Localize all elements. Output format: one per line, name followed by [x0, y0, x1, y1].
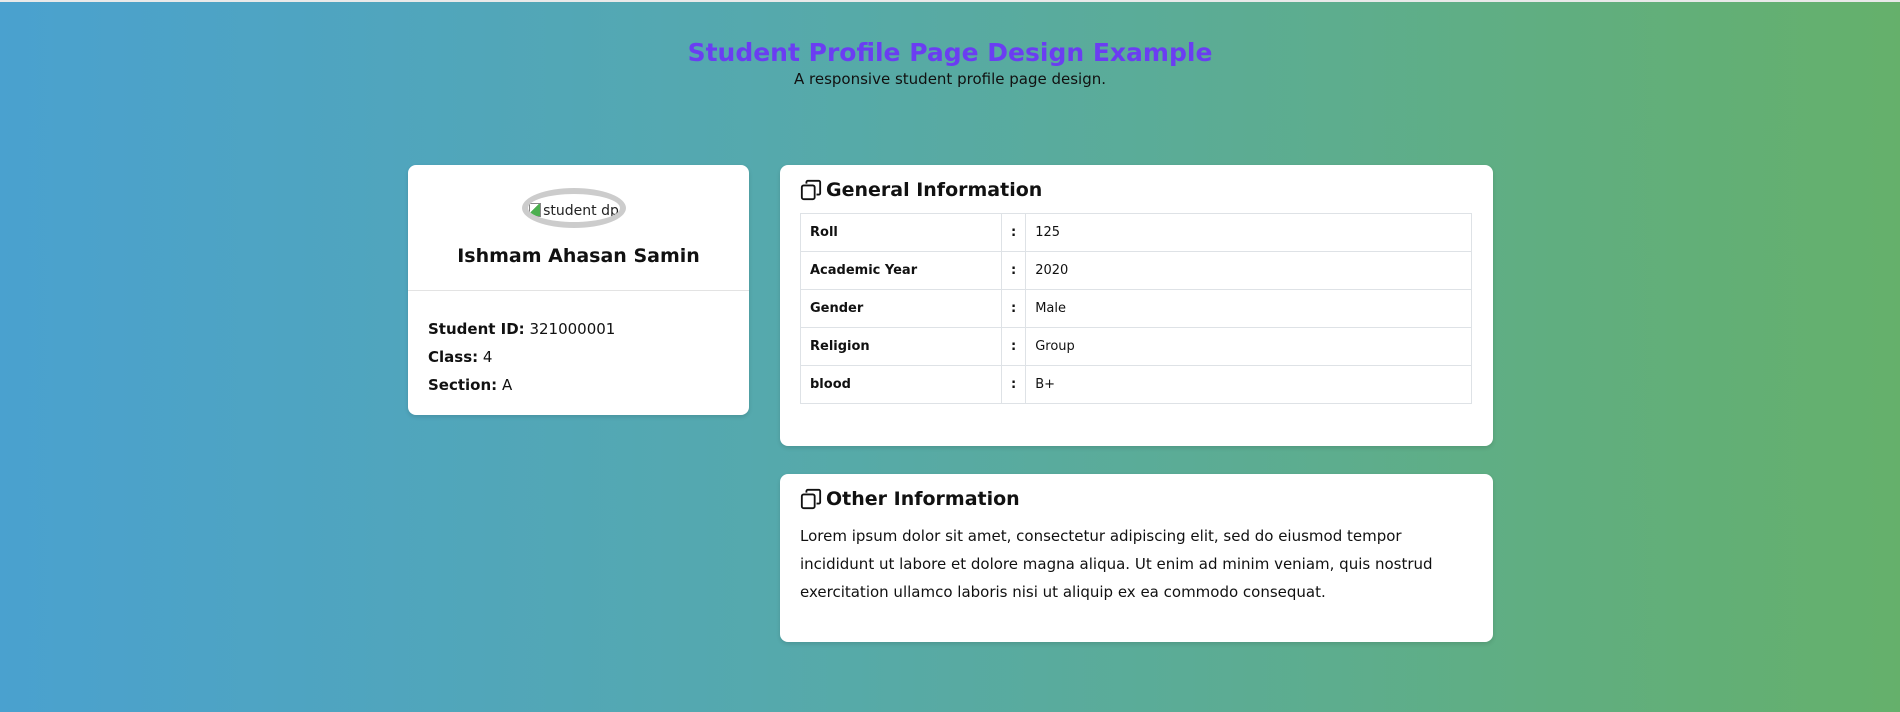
- row-key: blood: [800, 365, 1002, 404]
- row-key: Roll: [800, 213, 1002, 252]
- section-row: Section: A: [428, 371, 615, 399]
- general-information-table: Roll : 125 Academic Year : 2020 Gender :…: [800, 213, 1472, 404]
- page-header: Student Profile Page Design Example A re…: [0, 36, 1900, 88]
- row-key: Academic Year: [800, 251, 1002, 290]
- section-label: Section:: [428, 376, 498, 394]
- student-name: Ishmam Ahasan Samin: [457, 245, 700, 267]
- profile-card: student dp Ishmam Ahasan Samin Student I…: [408, 165, 749, 415]
- row-value: 125: [1025, 213, 1472, 252]
- table-row: Religion : Group: [800, 327, 1472, 366]
- row-separator: :: [1000, 251, 1027, 290]
- table-row: Gender : Male: [800, 289, 1472, 328]
- row-value: B+: [1025, 365, 1472, 404]
- other-information-heading: Other Information: [800, 488, 1020, 510]
- row-value: 2020: [1025, 251, 1472, 290]
- row-separator: :: [1000, 289, 1027, 328]
- class-label: Class:: [428, 348, 479, 366]
- general-information-title: General Information: [826, 179, 1043, 201]
- page-title: Student Profile Page Design Example: [687, 38, 1213, 67]
- top-border: [0, 0, 1900, 2]
- section-value: A: [501, 376, 513, 394]
- avatar: student dp: [522, 188, 626, 228]
- row-key: Gender: [800, 289, 1002, 328]
- other-information-title: Other Information: [826, 488, 1020, 510]
- general-information-heading: General Information: [800, 179, 1042, 201]
- student-id-row: Student ID: 321000001: [428, 315, 615, 343]
- copy-icon: [800, 179, 822, 201]
- class-row: Class: 4: [428, 343, 615, 371]
- row-key: Religion: [800, 327, 1002, 366]
- copy-icon: [800, 488, 822, 510]
- class-value: 4: [482, 348, 493, 366]
- row-separator: :: [1000, 213, 1027, 252]
- profile-header: student dp Ishmam Ahasan Samin: [408, 165, 749, 291]
- student-id-label: Student ID:: [428, 320, 525, 338]
- general-information-card: General Information Roll : 125 Academic …: [780, 165, 1493, 446]
- student-id-value: 321000001: [529, 320, 616, 338]
- avatar-alt-text: student dp: [529, 203, 619, 219]
- row-value: Group: [1025, 327, 1472, 366]
- page-subtitle: A responsive student profile page design…: [794, 70, 1106, 88]
- row-separator: :: [1000, 327, 1027, 366]
- other-information-card: Other Information Lorem ipsum dolor sit …: [780, 474, 1493, 642]
- row-value: Male: [1025, 289, 1472, 328]
- row-separator: :: [1000, 365, 1027, 404]
- other-information-text: Lorem ipsum dolor sit amet, consectetur …: [800, 527, 1433, 601]
- table-row: Academic Year : 2020: [800, 251, 1472, 290]
- profile-details: Student ID: 321000001 Class: 4 Section: …: [428, 315, 615, 399]
- table-row: blood : B+: [800, 365, 1472, 404]
- table-row: Roll : 125: [800, 213, 1472, 252]
